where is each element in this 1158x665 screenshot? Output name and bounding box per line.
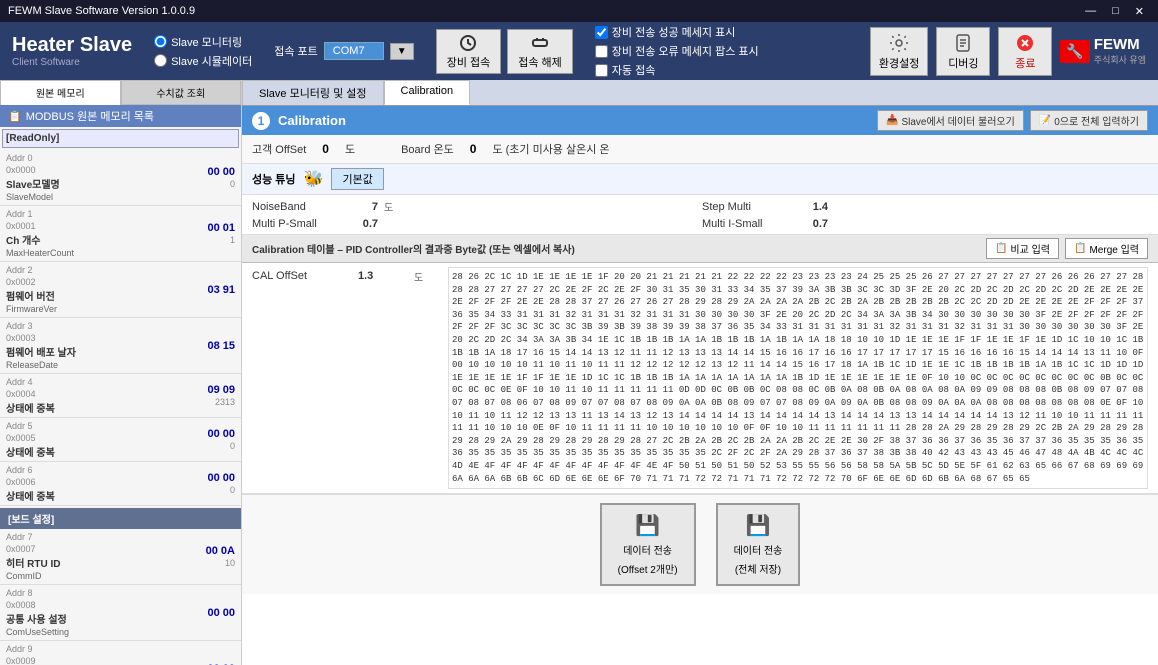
debug-button[interactable]: 디버깅: [936, 27, 990, 76]
bottom-actions: 💾 데이터 전송 (Offset 2개만) 💾 데이터 전송 (전체 저장): [242, 494, 1158, 594]
tab-monitor[interactable]: Slave 모니터링 및 설정: [242, 80, 384, 105]
cal-offset-row: CAL OffSet 1.3 도 28 26 2C 1C 1D 1E 1E 1E…: [242, 263, 1158, 494]
port-select-button[interactable]: ▼: [390, 43, 414, 60]
floppy-icon-1: 💾: [635, 513, 660, 538]
list-item: Addr 00x0000Slave모델명SlaveModel 00 000: [0, 150, 241, 206]
copy-icon: 📋: [995, 243, 1007, 254]
exit-button[interactable]: 종료: [998, 27, 1052, 76]
app-title-area: Heater Slave Client Software: [12, 34, 132, 68]
default-btn[interactable]: 기본값: [331, 168, 383, 190]
radio-simulator[interactable]: Slave 시뮬레이터: [154, 53, 252, 69]
floppy-icon-2: 💾: [746, 513, 771, 538]
field-noiseband: NoiseBand 7 도: [252, 199, 698, 214]
bee-icon: 🐝: [304, 169, 324, 189]
field-multi-i-small: Multi I-Small 0.7: [702, 218, 1148, 230]
left-tabs: 원본 메모리 수치값 조회: [0, 80, 241, 105]
cal-offset-unit: 도: [414, 267, 434, 284]
maximize-button[interactable]: □: [1106, 5, 1125, 18]
goa-offset-value: 0: [322, 142, 329, 156]
cal-title: Calibration: [278, 113, 346, 128]
port-input[interactable]: [324, 42, 384, 60]
title-bar-controls: — □ ✕: [1079, 5, 1150, 18]
app-title: Heater Slave: [12, 34, 132, 57]
merge-icon: 📋: [1074, 243, 1086, 254]
logo-sub: 주식회사 유엠: [1094, 53, 1146, 66]
left-panel: 원본 메모리 수치값 조회 📋 MODBUS 원본 메모리 목록 [ReadOn…: [0, 80, 242, 665]
check-success-msg[interactable]: 장비 전송 성공 메세지 표시: [595, 24, 759, 40]
table-header: Calibration 테이블 – PID Controller의 결과중 By…: [242, 235, 1158, 263]
check-auto-connect[interactable]: 자동 접속: [595, 62, 759, 78]
cal-header-buttons: 📥 Slave에서 데이터 불러오기 📝 0으로 전체 입력하기: [877, 110, 1148, 131]
list-item: Addr 60x0006상태에 중복 00 000: [0, 462, 241, 506]
list-item: Addr 40x0004상태에 중복 09 092313: [0, 374, 241, 418]
check-error-msg[interactable]: 장비 전송 오류 메세지 팝스 표시: [595, 43, 759, 59]
load-from-slave-button[interactable]: 📥 Slave에서 데이터 불러오기: [877, 110, 1024, 131]
header: Heater Slave Client Software Slave 모니터링 …: [0, 22, 1158, 80]
main-tabs: Slave 모니터링 및 설정 Calibration: [242, 80, 1158, 106]
port-label: 접속 포트: [274, 43, 318, 59]
app-subtitle: Client Software: [12, 57, 132, 68]
list-item: Addr 90x0009단위 설정UnitSetting 00 00: [0, 641, 241, 665]
logo-icon: 🔧: [1060, 40, 1089, 63]
list-item: Addr 50x0005상태에 중복 00 000: [0, 418, 241, 462]
field-step-multi: Step Multi 1.4: [702, 199, 1148, 214]
list-item: Addr 80x0008공통 사용 설정ComUseSetting 00 00: [0, 585, 241, 641]
logo-text-area: FEWM 주식회사 유엠: [1094, 36, 1146, 66]
mode-options: Slave 모니터링 Slave 시뮬레이터: [154, 34, 252, 69]
readonly-label: [ReadOnly]: [2, 129, 239, 148]
board-temp-value: 0: [470, 142, 477, 156]
write-icon: 📝: [1039, 115, 1051, 126]
fields-grid: NoiseBand 7 도 Step Multi 1.4 Multi P-Sma…: [242, 195, 1158, 235]
left-list: Addr 00x0000Slave모델명SlaveModel 00 000 Ad…: [0, 150, 241, 665]
board-temp-unit: 도 (초기 미사용 살온시 온: [492, 141, 609, 157]
goa-offset-label: 고객 OffSet: [252, 141, 306, 157]
hex-data[interactable]: 28 26 2C 1C 1D 1E 1E 1E 1E 1F 20 20 21 2…: [448, 267, 1148, 489]
right-panel: Slave 모니터링 및 설정 Calibration 1 Calibratio…: [242, 80, 1158, 665]
goa-offset-unit: 도: [345, 141, 355, 157]
board-section-header: [보드 설정]: [0, 508, 241, 529]
left-section-title: 📋 MODBUS 원본 메모리 목록: [0, 105, 241, 127]
tab-raw-memory[interactable]: 원본 메모리: [0, 80, 121, 105]
cal-offset-label: CAL OffSet: [252, 269, 352, 282]
tuning-label: 성능 튜닝: [252, 171, 296, 187]
offset-row: 고객 OffSet 0 도 Board 온도 0 도 (초기 미사용 살온시 온: [242, 135, 1158, 164]
data-transfer-all-button[interactable]: 💾 데이터 전송 (전체 저장): [716, 503, 801, 586]
data-transfer-offset-button[interactable]: 💾 데이터 전송 (Offset 2개만): [600, 503, 696, 586]
board-temp-label: Board 온도: [401, 141, 454, 157]
disconnect-button[interactable]: 접속 해제: [507, 29, 573, 74]
logo-area: 🔧 FEWM 주식회사 유엠: [1060, 36, 1146, 66]
main-content: 원본 메모리 수치값 조회 📋 MODBUS 원본 메모리 목록 [ReadOn…: [0, 80, 1158, 665]
action-buttons: 장비 접속 접속 해제: [436, 29, 573, 74]
right-tools: 환경설정 디버깅 종료 🔧 FEWM 주식회사 유엠: [870, 27, 1146, 76]
title-bar-text: FEWM Slave Software Version 1.0.0.9: [8, 5, 195, 17]
calibration-panel: 1 Calibration 📥 Slave에서 데이터 불러오기 📝 0으로 전…: [242, 106, 1158, 665]
close-button[interactable]: ✕: [1129, 5, 1150, 18]
cal-offset-value: 1.3: [358, 269, 408, 282]
compare-input-button[interactable]: 📋 비교 입력: [986, 238, 1059, 259]
table-title: Calibration 테이블 – PID Controller의 결과중 By…: [252, 241, 980, 256]
list-item: Addr 20x0002펌웨어 버전FirmwareVer 03 91: [0, 262, 241, 318]
connect-button[interactable]: 장비 접속: [436, 29, 502, 74]
list-item: Addr 30x0003펌웨어 배포 날자ReleaseDate 08 15: [0, 318, 241, 374]
tuning-row: 성능 튜닝 🐝 기본값: [242, 164, 1158, 195]
tab-calibration[interactable]: Calibration: [384, 80, 471, 105]
logo-text: FEWM: [1094, 36, 1146, 53]
list-item: Addr 10x0001Ch 개수MaxHeaterCount 00 011: [0, 206, 241, 262]
write-zero-button[interactable]: 📝 0으로 전체 입력하기: [1030, 110, 1148, 131]
calibration-header: 1 Calibration 📥 Slave에서 데이터 불러오기 📝 0으로 전…: [242, 106, 1158, 135]
minimize-button[interactable]: —: [1079, 5, 1102, 18]
settings-button[interactable]: 환경설정: [870, 27, 928, 76]
list-item: Addr 70x0007히터 RTU IDCommID 00 0A10: [0, 529, 241, 585]
message-checkboxes: 장비 전송 성공 메세지 표시 장비 전송 오류 메세지 팝스 표시 자동 접속: [595, 24, 759, 78]
load-icon: 📥: [886, 115, 898, 126]
radio-monitor[interactable]: Slave 모니터링: [154, 34, 252, 50]
port-area: 접속 포트 ▼: [274, 42, 413, 60]
merge-input-button[interactable]: 📋 Merge 입력: [1065, 238, 1148, 259]
cal-icon: 1: [252, 112, 270, 130]
tab-values[interactable]: 수치값 조회: [121, 80, 242, 105]
title-bar: FEWM Slave Software Version 1.0.0.9 — □ …: [0, 0, 1158, 22]
field-multi-p-small: Multi P-Small 0.7: [252, 218, 698, 230]
